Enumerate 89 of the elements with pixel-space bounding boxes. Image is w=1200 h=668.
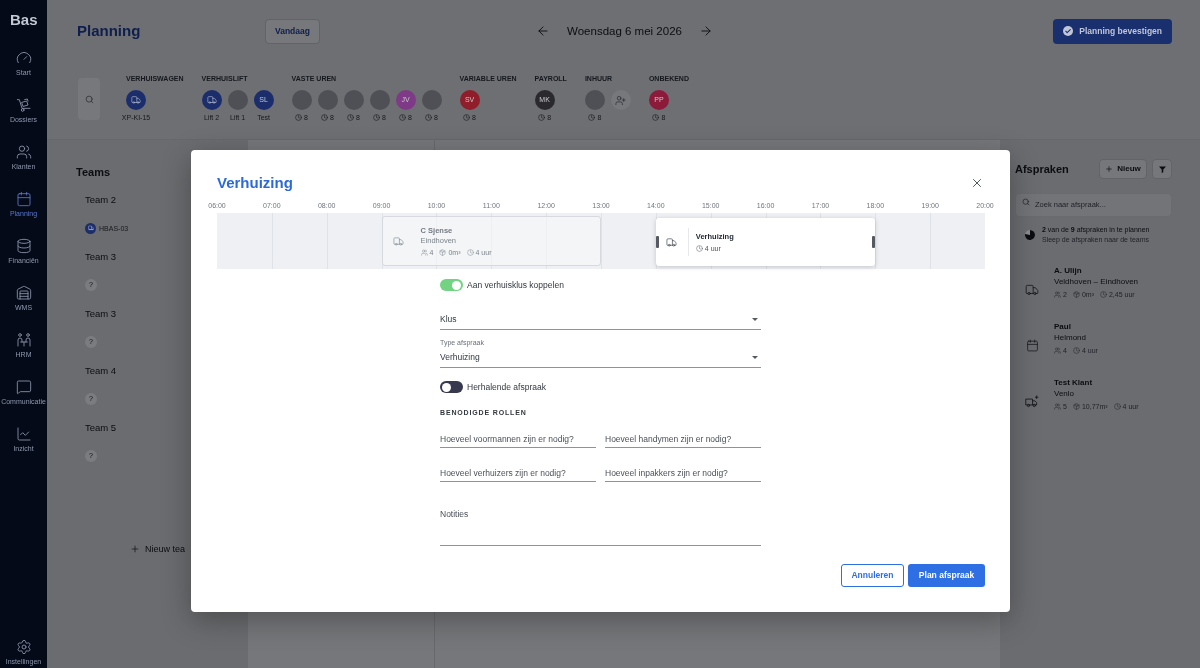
- caret-down-icon: [752, 355, 758, 359]
- clock-icon: [425, 114, 433, 121]
- appointment-name: Paul: [1054, 321, 1071, 332]
- truck-icon: [1025, 283, 1039, 297]
- warehouse-icon: [15, 285, 32, 301]
- clock-icon: [347, 114, 355, 121]
- section-title: Afspraken: [1015, 162, 1069, 176]
- clock-icon: [463, 114, 471, 121]
- users-icon: [15, 144, 32, 160]
- caret-down-icon: [752, 318, 758, 321]
- toggle-label: Aan verhuisklus koppelen: [467, 279, 564, 291]
- arrow-right-icon: [698, 24, 713, 38]
- app-logo: Bas: [10, 11, 38, 29]
- filter-icon: [1158, 165, 1166, 173]
- toggle-label: Herhalende afspraak: [467, 381, 546, 393]
- appointment-place: Helmond: [1054, 332, 1086, 343]
- people-at-table-icon: [15, 332, 32, 348]
- job-select[interactable]: Klus: [440, 310, 761, 330]
- input-field[interactable]: Hoeveel voormannen zijn er nodig?: [440, 431, 596, 448]
- clock-icon: [466, 248, 474, 256]
- clock-icon: [588, 114, 596, 121]
- toggle-switch[interactable]: [440, 381, 463, 393]
- clock-icon: [295, 114, 303, 121]
- people-icon: [420, 248, 428, 256]
- clock-icon: [652, 114, 660, 121]
- section-title: Teams: [76, 165, 111, 179]
- resize-handle[interactable]: [872, 236, 876, 248]
- confirm-planning-button[interactable]: Planning bevestigen: [1053, 18, 1172, 44]
- truck-icon: [393, 235, 405, 247]
- notes-field[interactable]: Notities: [440, 506, 761, 546]
- truck-icon: [666, 236, 678, 248]
- input-field[interactable]: Hoeveel handymen zijn er nodig?: [605, 431, 761, 448]
- people-icon: [1054, 403, 1061, 410]
- people-icon: [1054, 347, 1061, 354]
- clock-icon: [399, 114, 407, 121]
- plus-icon: [1105, 165, 1114, 173]
- team-name: Team 4: [85, 365, 117, 377]
- appointment-name: Test Klant: [1054, 377, 1093, 388]
- truck-with-plus-icon: [1025, 395, 1039, 409]
- current-date: Woensdag 6 mei 2026: [567, 24, 682, 39]
- truck-icon[interactable]: [85, 222, 96, 234]
- truck-icon[interactable]: [201, 90, 222, 110]
- close-icon: [970, 176, 984, 190]
- search-icon: [1022, 198, 1030, 206]
- new-team-button[interactable]: Nieuw tea: [130, 543, 186, 555]
- clock-icon: [321, 114, 329, 121]
- clock-icon: [538, 114, 546, 121]
- clock-icon: [1099, 291, 1107, 298]
- calendar-icon: [15, 191, 32, 207]
- chat-bubble-icon: [15, 379, 32, 395]
- people-icon: [1054, 291, 1061, 298]
- input-field[interactable]: Hoeveel verhuizers zijn er nodig?: [440, 465, 596, 482]
- team-name: Team 2: [85, 194, 117, 206]
- appointment-name: A. Ulijn: [1054, 265, 1082, 276]
- user-plus-icon: [615, 94, 627, 106]
- appointment-place: Veldhoven – Eindhoven: [1054, 276, 1139, 287]
- cancel-button[interactable]: Annuleren: [841, 564, 904, 587]
- clock-icon: [695, 244, 703, 252]
- clock-icon: [1072, 347, 1080, 354]
- submit-button[interactable]: Plan afspraak: [908, 564, 985, 587]
- filter-button[interactable]: [1152, 159, 1172, 179]
- calendar-icon: [1025, 339, 1039, 352]
- hand-truck-icon: [15, 97, 32, 113]
- settings-icon: [15, 639, 32, 655]
- clock-icon: [373, 114, 381, 121]
- appointment-place: Venlo: [1054, 388, 1075, 399]
- new-appointment-button[interactable]: Nieuw: [1099, 159, 1147, 179]
- add-person-button[interactable]: [610, 90, 631, 110]
- input-field[interactable]: Hoeveel inpakkers zijn er nodig?: [605, 465, 761, 482]
- resize-handle[interactable]: [655, 236, 659, 248]
- team-name: Team 3: [85, 308, 117, 320]
- box-icon: [1072, 291, 1080, 298]
- search-icon: [84, 94, 94, 104]
- arrow-left-icon: [536, 24, 551, 38]
- gauge-icon: [15, 50, 32, 66]
- box-icon: [439, 248, 447, 256]
- toggle-switch[interactable]: [440, 279, 463, 291]
- box-icon: [1072, 403, 1080, 410]
- check-circle-icon: [1063, 26, 1074, 36]
- clock-icon: [1113, 403, 1121, 410]
- truck-icon[interactable]: [126, 90, 146, 110]
- team-name: Team 5: [85, 422, 117, 434]
- page-title: Planning: [77, 21, 141, 41]
- database-icon: [15, 238, 32, 254]
- dialog-title: Verhuizing: [217, 173, 293, 193]
- plus-icon: [130, 544, 140, 554]
- line-chart-icon: [15, 426, 32, 442]
- today-button[interactable]: Vandaag: [265, 18, 320, 44]
- team-name: Team 3: [85, 251, 117, 263]
